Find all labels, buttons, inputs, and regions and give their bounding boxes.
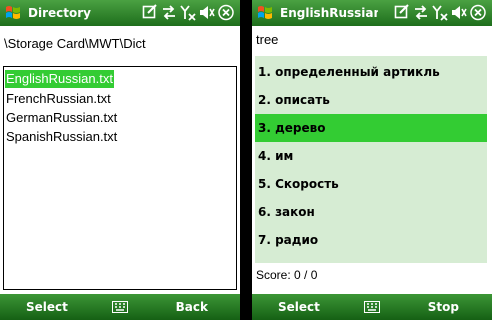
edit-icon[interactable] [142, 4, 158, 21]
window-title: EnglishRussian.tx [280, 6, 378, 20]
start-windows-icon[interactable] [256, 4, 274, 22]
status-icons [394, 4, 486, 21]
close-icon[interactable] [218, 4, 234, 21]
file-item[interactable]: SpanishRussian.txt [5, 128, 118, 146]
title-bar: Directory [0, 0, 240, 26]
file-item[interactable]: EnglishRussian.txt [5, 70, 114, 88]
select-softkey[interactable]: Select [278, 294, 320, 320]
directory-screen: Directory \Storage Card\MWT\Dict English… [0, 0, 240, 320]
back-softkey[interactable]: Back [176, 294, 208, 320]
stop-softkey[interactable]: Stop [428, 294, 459, 320]
answer-option[interactable]: 3. дерево [255, 114, 487, 142]
keyboard-icon[interactable] [112, 301, 128, 313]
file-item[interactable]: GermanRussian.txt [5, 109, 118, 127]
keyboard-icon[interactable] [364, 301, 380, 313]
quiz-word: tree [256, 32, 279, 47]
answer-option[interactable]: 6. закон [255, 198, 487, 226]
answer-option[interactable]: 4. им [255, 142, 487, 170]
speaker-icon[interactable] [199, 4, 215, 21]
answer-option[interactable]: 7. радио [255, 226, 487, 254]
answer-option[interactable]: 1. определенный артикль [255, 58, 487, 86]
speaker-icon[interactable] [451, 4, 467, 21]
select-softkey[interactable]: Select [26, 294, 68, 320]
answer-option[interactable]: 2. описать [255, 86, 487, 114]
answer-option[interactable]: 5. Скорость [255, 170, 487, 198]
edit-icon[interactable] [394, 4, 410, 21]
score-text: Score: 0 / 0 [256, 268, 318, 282]
file-item[interactable]: FrenchRussian.txt [5, 90, 112, 108]
no-signal-icon[interactable] [432, 4, 448, 21]
status-icons [142, 4, 234, 21]
file-list[interactable]: EnglishRussian.txt FrenchRussian.txt Ger… [3, 66, 237, 290]
softkey-bar: Select Stop [252, 294, 492, 320]
close-icon[interactable] [470, 4, 486, 21]
softkey-bar: Select Back [0, 294, 240, 320]
quiz-screen: EnglishRussian.tx tree 1. определенный а… [252, 0, 492, 320]
directory-path: \Storage Card\MWT\Dict [4, 36, 146, 51]
sync-icon[interactable] [413, 4, 429, 21]
start-windows-icon[interactable] [4, 4, 22, 22]
answer-list[interactable]: 1. определенный артикль 2. описать 3. де… [255, 56, 487, 263]
title-bar: EnglishRussian.tx [252, 0, 492, 26]
window-title: Directory [28, 6, 91, 20]
no-signal-icon[interactable] [180, 4, 196, 21]
sync-icon[interactable] [161, 4, 177, 21]
